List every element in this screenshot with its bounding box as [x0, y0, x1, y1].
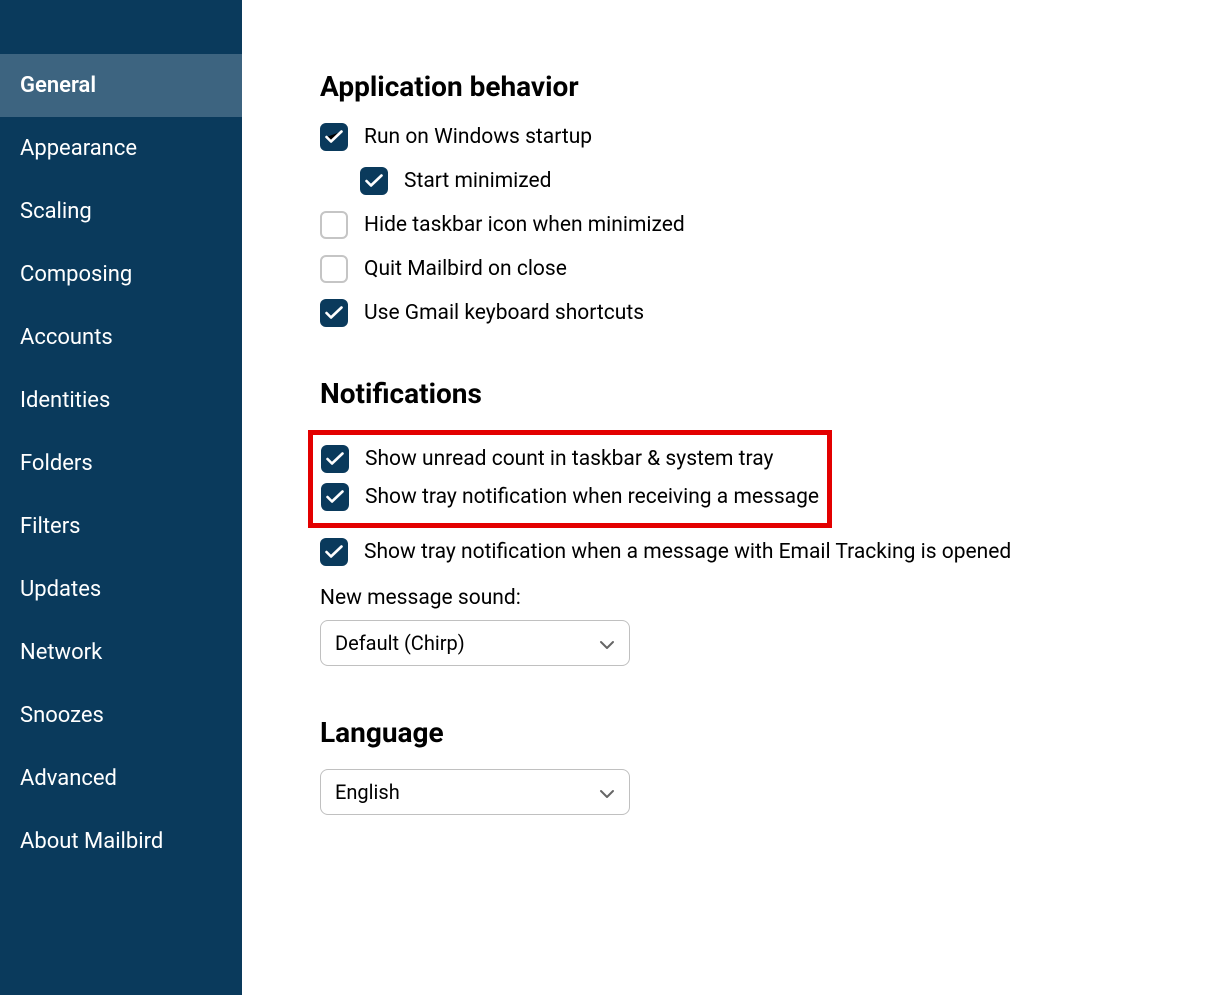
- checkbox-row-unread-count: Show unread count in taskbar & system tr…: [321, 445, 819, 473]
- sidebar-item-accounts[interactable]: Accounts: [0, 306, 242, 369]
- checkbox-row-email-tracking: Show tray notification when a message wi…: [320, 538, 1178, 566]
- checkbox-email-tracking[interactable]: [320, 538, 348, 566]
- sidebar-item-composing[interactable]: Composing: [0, 243, 242, 306]
- section-title-language: Language: [320, 716, 1178, 749]
- checkbox-label: Start minimized: [404, 169, 551, 193]
- sidebar-item-advanced[interactable]: Advanced: [0, 747, 242, 810]
- sidebar-item-scaling[interactable]: Scaling: [0, 180, 242, 243]
- checkbox-hide-taskbar[interactable]: [320, 211, 348, 239]
- check-icon: [326, 452, 344, 466]
- section-language: Language English: [320, 716, 1178, 815]
- sidebar-item-network[interactable]: Network: [0, 621, 242, 684]
- section-title-app-behavior: Application behavior: [320, 70, 1178, 103]
- checkbox-label: Show tray notification when receiving a …: [365, 485, 819, 509]
- checkbox-start-minimized[interactable]: [360, 167, 388, 195]
- sidebar-item-filters[interactable]: Filters: [0, 495, 242, 558]
- sound-select[interactable]: Default (Chirp): [320, 620, 630, 666]
- sound-select-value: Default (Chirp): [335, 631, 465, 655]
- checkbox-run-startup[interactable]: [320, 123, 348, 151]
- checkbox-row-gmail-shortcuts: Use Gmail keyboard shortcuts: [320, 299, 1178, 327]
- checkbox-row-run-startup: Run on Windows startup: [320, 123, 1178, 151]
- checkbox-quit-close[interactable]: [320, 255, 348, 283]
- sidebar-item-snoozes[interactable]: Snoozes: [0, 684, 242, 747]
- checkbox-label: Hide taskbar icon when minimized: [364, 213, 685, 237]
- language-select[interactable]: English: [320, 769, 630, 815]
- checkbox-row-quit-close: Quit Mailbird on close: [320, 255, 1178, 283]
- sidebar-item-about[interactable]: About Mailbird: [0, 810, 242, 873]
- main-content: Application behavior Run on Windows star…: [242, 0, 1218, 995]
- checkbox-label: Use Gmail keyboard shortcuts: [364, 301, 644, 325]
- checkbox-row-tray-notification: Show tray notification when receiving a …: [321, 483, 819, 511]
- checkbox-unread-count[interactable]: [321, 445, 349, 473]
- checkbox-row-hide-taskbar: Hide taskbar icon when minimized: [320, 211, 1178, 239]
- checkbox-tray-notification[interactable]: [321, 483, 349, 511]
- checkbox-label: Quit Mailbird on close: [364, 257, 567, 281]
- checkbox-label: Show tray notification when a message wi…: [364, 540, 1011, 564]
- checkbox-row-start-minimized: Start minimized: [360, 167, 1178, 195]
- check-icon: [326, 490, 344, 504]
- sound-label: New message sound:: [320, 586, 1178, 610]
- check-icon: [325, 306, 343, 320]
- chevron-down-icon: [599, 631, 615, 655]
- section-title-notifications: Notifications: [320, 377, 1178, 410]
- section-notifications: Notifications Show unread count in taskb…: [320, 377, 1178, 666]
- sidebar-item-folders[interactable]: Folders: [0, 432, 242, 495]
- highlight-box: Show unread count in taskbar & system tr…: [308, 430, 832, 528]
- checkbox-label: Run on Windows startup: [364, 125, 592, 149]
- sidebar-item-general[interactable]: General: [0, 54, 242, 117]
- language-select-value: English: [335, 780, 400, 804]
- check-icon: [325, 130, 343, 144]
- sidebar-item-updates[interactable]: Updates: [0, 558, 242, 621]
- sidebar: General Appearance Scaling Composing Acc…: [0, 0, 242, 995]
- sidebar-item-identities[interactable]: Identities: [0, 369, 242, 432]
- sidebar-item-appearance[interactable]: Appearance: [0, 117, 242, 180]
- section-app-behavior: Application behavior Run on Windows star…: [320, 70, 1178, 327]
- chevron-down-icon: [599, 780, 615, 804]
- check-icon: [325, 545, 343, 559]
- check-icon: [365, 174, 383, 188]
- checkbox-gmail-shortcuts[interactable]: [320, 299, 348, 327]
- checkbox-label: Show unread count in taskbar & system tr…: [365, 447, 773, 471]
